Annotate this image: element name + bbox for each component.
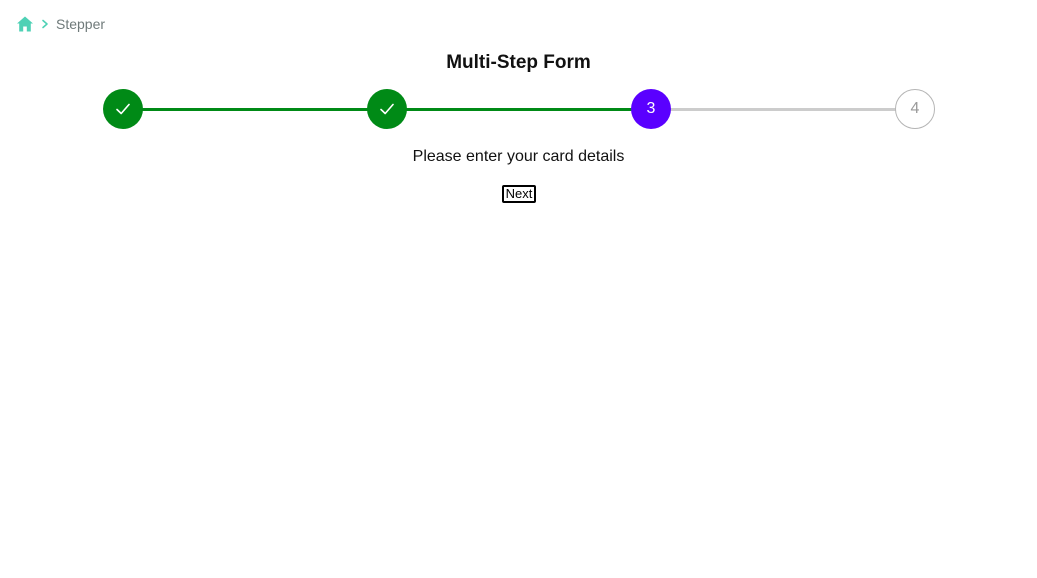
step-message: Please enter your card details <box>412 148 625 165</box>
step-connector-1 <box>123 108 387 111</box>
chevron-right-icon <box>40 19 50 29</box>
step-3: 3 <box>631 89 671 129</box>
next-button[interactable]: Next <box>502 185 536 203</box>
check-icon <box>380 103 394 115</box>
step-4-label: 4 <box>910 100 920 117</box>
step-connector-3 <box>651 108 915 111</box>
step-2 <box>367 89 407 129</box>
page-title: Multi-Step Form <box>446 52 591 73</box>
step-connector-2 <box>387 108 651 111</box>
home-icon[interactable] <box>16 15 34 33</box>
stepper: 3 4 <box>103 89 935 129</box>
breadcrumb: Stepper <box>16 14 105 34</box>
step-4: 4 <box>895 89 935 129</box>
step-1 <box>103 89 143 129</box>
check-icon <box>116 103 130 115</box>
breadcrumb-current: Stepper <box>56 16 106 32</box>
step-3-label: 3 <box>646 100 656 117</box>
